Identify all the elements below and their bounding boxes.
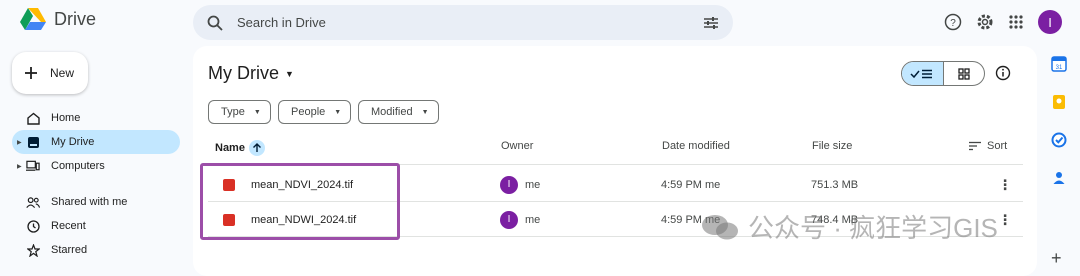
- sidebar-item-computers[interactable]: ▶ Computers: [12, 154, 180, 178]
- top-right-actions: ? I: [944, 10, 1062, 34]
- more-actions-icon[interactable]: ⋮: [998, 211, 1012, 228]
- search-options-icon[interactable]: [703, 16, 719, 30]
- home-icon: [26, 111, 40, 125]
- sidebar-item-label: Shared with me: [51, 196, 128, 208]
- column-header-date-modified[interactable]: Date modified: [662, 140, 730, 152]
- column-header-owner[interactable]: Owner: [501, 140, 533, 152]
- filter-people[interactable]: People ▼: [278, 100, 352, 124]
- info-icon[interactable]: [995, 65, 1011, 81]
- search-bar[interactable]: Search in Drive: [193, 5, 733, 40]
- grid-view-button[interactable]: [942, 62, 985, 85]
- help-icon[interactable]: ?: [944, 13, 962, 31]
- sidebar-item-label: Computers: [51, 160, 105, 172]
- dropdown-arrow-icon: ▼: [334, 108, 342, 116]
- keep-icon[interactable]: [1052, 94, 1066, 110]
- column-header-name[interactable]: Name: [215, 140, 265, 156]
- filter-type[interactable]: Type ▼: [208, 100, 271, 124]
- watermark: 公众号 · 疯狂学习GIS: [700, 208, 998, 245]
- new-button-label: New: [50, 66, 75, 80]
- sidebar-item-label: Home: [51, 112, 81, 124]
- drive-logo[interactable]: Drive: [20, 8, 96, 31]
- column-header-label: Name: [215, 142, 245, 154]
- star-icon: [26, 243, 40, 257]
- sort-ascending-icon[interactable]: [248, 140, 265, 156]
- owner-avatar: I: [500, 210, 518, 229]
- my-drive-icon: [26, 135, 40, 149]
- search-icon[interactable]: [207, 15, 223, 31]
- apps-grid-icon[interactable]: [1008, 14, 1024, 30]
- get-add-ons-plus-icon[interactable]: +: [1051, 248, 1062, 269]
- sidebar-item-my-drive[interactable]: ▶ My Drive: [12, 130, 180, 154]
- search-input[interactable]: Search in Drive: [237, 15, 703, 30]
- wechat-icon: [702, 214, 738, 239]
- svg-text:?: ?: [950, 18, 956, 29]
- sidebar-item-label: My Drive: [51, 136, 95, 148]
- column-header-file-size[interactable]: File size: [812, 140, 852, 152]
- selection-highlight-box: [200, 163, 400, 240]
- sidebar-item-shared-with-me[interactable]: Shared with me: [12, 190, 180, 214]
- tasks-icon[interactable]: [1051, 132, 1067, 148]
- app-name: Drive: [54, 9, 97, 29]
- grid-icon: [958, 67, 970, 80]
- watermark-text: 公众号 · 疯狂学习GIS: [748, 213, 998, 243]
- sidebar-item-recent[interactable]: Recent: [12, 214, 180, 238]
- clock-icon: [26, 219, 40, 233]
- file-size: 751.3 MB: [811, 178, 859, 191]
- sidebar-item-label: Recent: [51, 220, 86, 232]
- view-toggle: [901, 61, 985, 86]
- list-view-button[interactable]: [902, 62, 943, 85]
- owner-name: me: [525, 178, 541, 191]
- dropdown-arrow-icon: ▼: [421, 108, 429, 116]
- more-actions-icon[interactable]: ⋮: [998, 176, 1012, 193]
- drive-logo-icon: [20, 8, 46, 30]
- shared-icon: [26, 195, 40, 209]
- page-title-text: My Drive: [208, 63, 279, 83]
- page-title[interactable]: My Drive ▼: [208, 63, 294, 84]
- sort-lines-icon: [969, 141, 981, 151]
- dropdown-arrow-icon: ▼: [253, 108, 261, 116]
- filter-label: Type: [221, 106, 245, 118]
- svg-text:31: 31: [1056, 65, 1063, 71]
- owner-name: me: [525, 213, 541, 226]
- settings-icon[interactable]: [976, 13, 994, 31]
- filter-label: People: [291, 106, 326, 118]
- account-avatar[interactable]: I: [1038, 10, 1062, 34]
- expand-caret-icon[interactable]: ▶: [17, 139, 22, 146]
- side-panel-rail: 31: [1044, 56, 1074, 186]
- calendar-icon[interactable]: 31: [1051, 56, 1067, 72]
- sort-label: Sort: [987, 140, 1008, 152]
- sidebar-item-label: Starred: [51, 244, 88, 256]
- owner-avatar: I: [500, 175, 518, 194]
- date-modified: 4:59 PM me: [661, 178, 721, 191]
- sidebar-item-starred[interactable]: Starred: [12, 238, 180, 262]
- plus-icon: [25, 67, 37, 79]
- title-dropdown-icon: ▼: [285, 68, 294, 79]
- new-button[interactable]: New: [12, 52, 88, 94]
- sort-button[interactable]: Sort: [969, 140, 1007, 152]
- computers-icon: [26, 159, 40, 173]
- check-list-icon: [910, 69, 933, 78]
- expand-caret-icon[interactable]: ▶: [17, 163, 22, 170]
- sidebar-item-home[interactable]: Home: [12, 106, 180, 130]
- filter-modified[interactable]: Modified ▼: [358, 100, 439, 124]
- filter-label: Modified: [371, 106, 413, 118]
- contacts-icon[interactable]: [1052, 170, 1066, 186]
